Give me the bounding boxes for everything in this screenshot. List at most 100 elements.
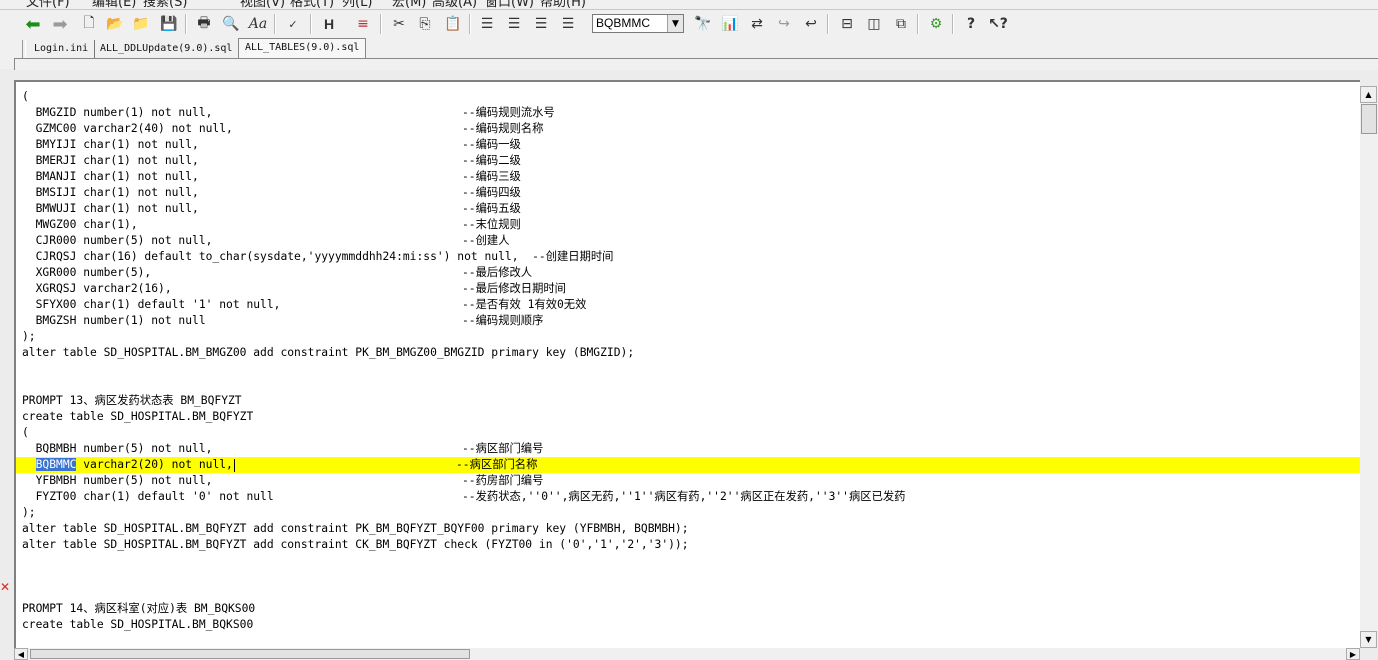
justify-icon[interactable]: ☰ xyxy=(557,13,579,35)
tab-login-ini[interactable]: Login.ini xyxy=(28,40,96,59)
menu-file[interactable]: 文件(F) xyxy=(26,0,70,9)
align-left-icon[interactable]: ☰ xyxy=(476,13,498,35)
vertical-scrollbar[interactable]: ▲ ▼ xyxy=(1360,86,1378,648)
current-code-line: BQBMMC varchar2(20) not null, --病区部门名称 xyxy=(16,457,1360,473)
help-icon[interactable]: ? xyxy=(960,13,982,35)
code-text: SFYX00 char(1) default '1' not null, xyxy=(22,298,281,311)
code-line: alter table SD_HOSPITAL.BM_BMGZ00 add co… xyxy=(22,345,1360,361)
code-line: BMGZID number(1) not null, --编码规则流水号 xyxy=(22,105,1360,121)
code-line: MWGZ00 char(1), --末位规则 xyxy=(22,217,1360,233)
menu-advanced[interactable]: 高级(A) xyxy=(432,0,477,9)
horizontal-scroll-thumb[interactable] xyxy=(30,649,470,659)
find-previous-icon[interactable]: ↩ xyxy=(800,13,822,35)
scroll-left-icon[interactable]: ◀ xyxy=(14,648,28,660)
print-preview-icon[interactable]: 🔍 xyxy=(220,13,242,35)
code-comment: --药房部门编号 xyxy=(462,474,544,487)
paste-icon[interactable]: 📋 xyxy=(442,13,464,35)
align-right-icon[interactable]: ☰ xyxy=(530,13,552,35)
code-text: BMWUJI char(1) not null, xyxy=(22,202,199,215)
menu-format[interactable]: 格式(T) xyxy=(290,0,334,9)
search-combo-value: BQBMMC xyxy=(596,16,650,30)
code-text: alter table SD_HOSPITAL.BM_BQFYZT add co… xyxy=(22,522,689,535)
menu-search[interactable]: 搜索(S) xyxy=(143,0,187,9)
horizontal-scrollbar[interactable]: ◀ ▶ xyxy=(14,648,1360,660)
split-horizontal-icon[interactable]: ⊟ xyxy=(836,13,858,35)
code-line: XGR000 number(5), --最后修改人 xyxy=(22,265,1360,281)
code-line: ); xyxy=(22,329,1360,345)
code-text: FYZT00 char(1) default '0' not null xyxy=(22,490,274,503)
code-text: create table SD_HOSPITAL.BM_BQFYZT xyxy=(22,410,254,423)
chevron-down-icon[interactable]: ▼ xyxy=(667,15,683,32)
code-text: BMERJI char(1) not null, xyxy=(22,154,199,167)
menu-help[interactable]: 帮助(H) xyxy=(540,0,586,9)
open-folder-icon[interactable]: 📁 xyxy=(130,13,152,35)
menu-window[interactable]: 窗口(W) xyxy=(485,0,534,9)
code-line: alter table SD_HOSPITAL.BM_BQFYZT add co… xyxy=(22,537,1360,553)
toolbar-separator xyxy=(380,14,382,34)
code-comment: --编码二级 xyxy=(462,154,521,167)
open-file-icon[interactable]: 📂 xyxy=(104,13,126,35)
find-icon[interactable]: 🔭 xyxy=(692,13,714,35)
find-in-files-icon[interactable]: 📊 xyxy=(719,13,741,35)
cut-icon[interactable]: ✂ xyxy=(388,13,410,35)
back-arrow-icon[interactable]: ⬅ xyxy=(22,13,44,35)
copy-icon[interactable]: ⎘ xyxy=(414,13,436,35)
scroll-right-icon[interactable]: ▶ xyxy=(1346,648,1360,660)
code-comment: --编码五级 xyxy=(462,202,521,215)
align-center-icon[interactable]: ☰ xyxy=(503,13,525,35)
code-text: ( xyxy=(22,90,29,103)
code-comment: --编码规则流水号 xyxy=(462,106,555,119)
code-text: XGR000 number(5), xyxy=(22,266,152,279)
spell-check-icon[interactable]: ✓ xyxy=(282,13,304,35)
code-comment: --最后修改人 xyxy=(462,266,533,279)
menu-edit[interactable]: 编辑(E) xyxy=(92,0,136,9)
code-comment: --编码规则名称 xyxy=(462,122,544,135)
close-panel-icon[interactable]: ✕ xyxy=(0,580,10,594)
vertical-scroll-thumb[interactable] xyxy=(1361,104,1377,134)
menu-view[interactable]: 视图(V) xyxy=(240,0,285,9)
text-caret xyxy=(234,459,235,472)
code-line: CJRQSJ char(16) default to_char(sysdate,… xyxy=(22,249,1360,265)
find-next-icon[interactable]: ↪ xyxy=(773,13,795,35)
scroll-down-icon[interactable]: ▼ xyxy=(1360,631,1377,648)
format-icon[interactable]: ≡ xyxy=(352,13,374,35)
code-comment: --编码四级 xyxy=(462,186,521,199)
tab-all-tables[interactable]: ALL_TABLES(9.0).sql xyxy=(238,38,367,59)
code-text: BMGZSH number(1) not null xyxy=(22,314,206,327)
menu-column[interactable]: 列(L) xyxy=(342,0,372,9)
code-line: create table SD_HOSPITAL.BM_BQKS00 xyxy=(22,617,1360,633)
menu-macro[interactable]: 宏(M) xyxy=(392,0,426,9)
code-text: BMANJI char(1) not null, xyxy=(22,170,199,183)
code-text: PROMPT 14、病区科室(对应)表 BM_BQKS00 xyxy=(22,602,256,615)
save-icon[interactable]: 💾 xyxy=(158,13,180,35)
menu-bar: 文件(F) 编辑(E) 搜索(S) 视图(V) 格式(T) 列(L) 宏(M) … xyxy=(0,0,1378,10)
new-file-icon[interactable]: 🗋 xyxy=(78,13,100,35)
code-comment: --病区部门编号 xyxy=(462,442,544,455)
code-line: YFBMBH number(5) not null, --药房部门编号 xyxy=(22,473,1360,489)
code-text: BQBMBH number(5) not null, xyxy=(22,442,213,455)
forward-arrow-icon[interactable]: ➡ xyxy=(49,13,71,35)
code-editor[interactable]: ( BMGZID number(1) not null, --编码规则流水号 GZ… xyxy=(14,80,1360,648)
code-text: XGRQSJ varchar2(16), xyxy=(22,282,172,295)
split-vertical-icon[interactable]: ◫ xyxy=(863,13,885,35)
code-comment: --编码三级 xyxy=(462,170,521,183)
header-icon[interactable]: H xyxy=(318,13,340,35)
code-comment: --编码一级 xyxy=(462,138,521,151)
replace-icon[interactable]: ⇄ xyxy=(746,13,768,35)
print-icon[interactable]: 🖶 xyxy=(193,13,215,35)
search-combo[interactable]: BQBMMC ▼ xyxy=(592,14,684,33)
font-icon[interactable]: Aa xyxy=(247,13,269,35)
context-help-icon[interactable]: ↖? xyxy=(987,13,1009,35)
cascade-icon[interactable]: ⧉ xyxy=(890,13,912,35)
code-comment: --创建人 xyxy=(462,234,510,247)
code-text: GZMC00 varchar2(40) not null, xyxy=(22,122,233,135)
toolbar-separator xyxy=(469,14,471,34)
macro-icon[interactable]: ⚙ xyxy=(925,13,947,35)
scroll-up-icon[interactable]: ▲ xyxy=(1360,86,1377,103)
tab-all-ddlupdate[interactable]: ALL_DDLUpdate(9.0).sql xyxy=(94,40,240,59)
code-line: BMERJI char(1) not null, --编码二级 xyxy=(22,153,1360,169)
code-line: GZMC00 varchar2(40) not null, --编码规则名称 xyxy=(22,121,1360,137)
code-line: SFYX00 char(1) default '1' not null, --是否… xyxy=(22,297,1360,313)
